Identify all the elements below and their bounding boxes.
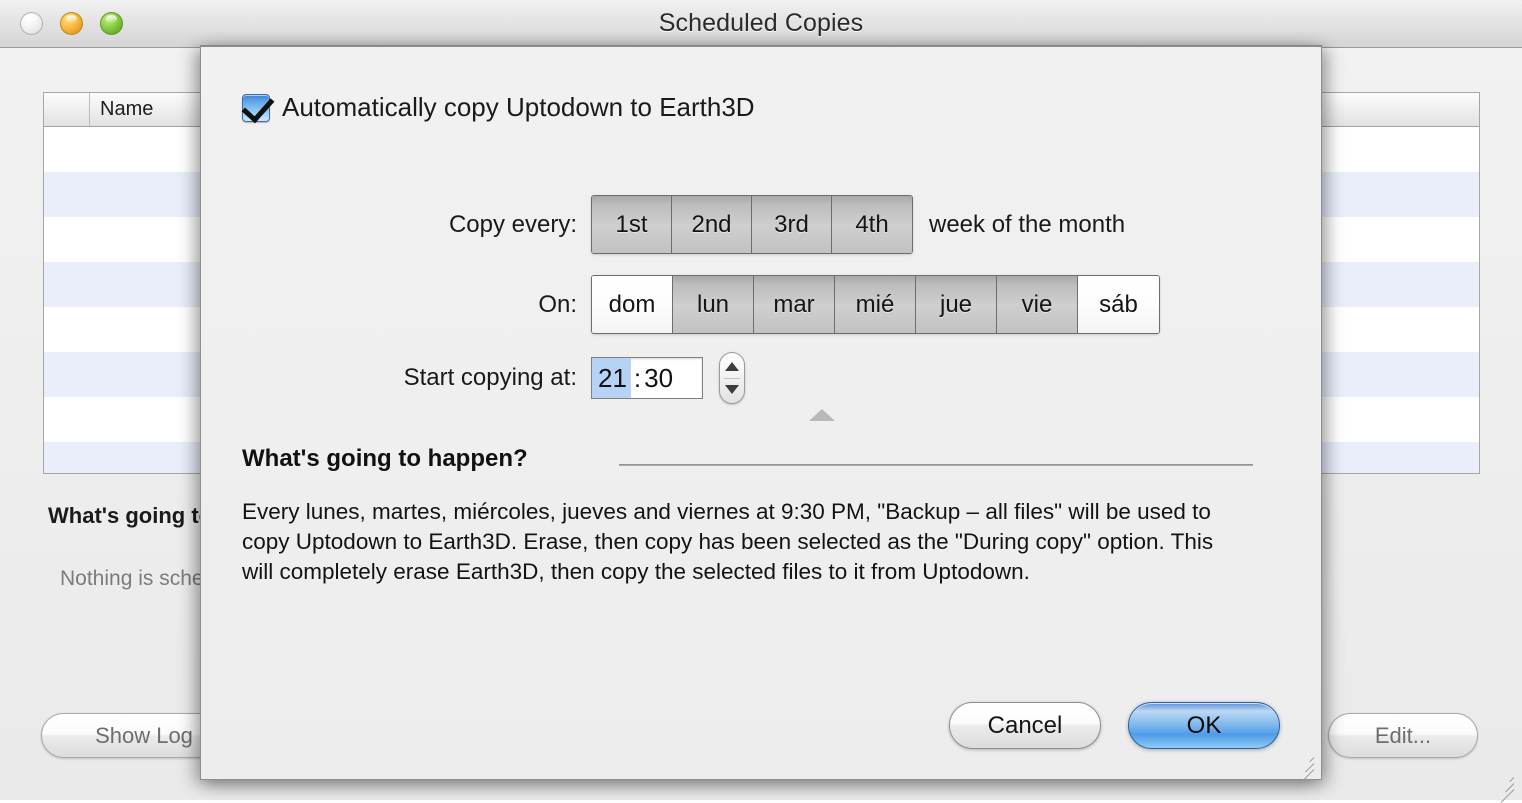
weekday-segment-dom[interactable]: dom [592,276,673,333]
copy-every-label: Copy every: [448,210,577,238]
start-time-minute-field[interactable]: 30 [644,363,679,394]
start-time-hour-field[interactable]: 21 [592,358,631,398]
sheet-resize-grip-icon[interactable] [1294,752,1316,783]
window-title: Scheduled Copies [658,9,864,37]
week-segment-3rd[interactable]: 3rd [752,196,832,253]
window-titlebar[interactable]: Scheduled Copies [0,0,1522,48]
auto-copy-checkbox[interactable] [242,93,270,122]
minimize-window-button[interactable] [60,12,83,35]
sheet-description-text: Every lunes, martes, miércoles, jueves a… [242,499,1214,584]
auto-copy-checkbox-row[interactable]: Automatically copy Uptodown to Earth3D [242,92,755,123]
week-segment-2nd[interactable]: 2nd [672,196,752,253]
stepper-up-arrow-icon[interactable] [725,362,739,371]
chevron-up-icon [809,409,835,421]
week-segment-1st[interactable]: 1st [592,196,672,253]
start-time-label: Start copying at: [403,364,577,391]
weekday-segment-mar[interactable]: mar [754,276,835,333]
weekday-segment-vie[interactable]: vie [997,276,1078,333]
start-time-input[interactable]: 21 : 30 [591,357,703,399]
week-of-month-suffix-label: week of the month [929,210,1126,238]
close-window-button[interactable] [20,12,43,35]
sheet-heading-divider [619,464,1253,466]
copy-every-row: Copy every: 1st 2nd 3rd 4th week of the … [201,195,1323,254]
weekday-segment-mie[interactable]: mié [835,276,916,333]
resize-grip-icon[interactable] [1494,772,1516,803]
scheduled-copy-settings-sheet: Automatically copy Uptodown to Earth3D C… [200,45,1323,783]
on-days-row: On: dom lun mar mié jue vie sáb [201,275,1323,334]
weekday-segment-lun[interactable]: lun [673,276,754,333]
cancel-button[interactable]: Cancel [949,702,1101,749]
weekday-segmented-control[interactable]: dom lun mar mié jue vie sáb [591,275,1160,334]
start-time-separator: : [633,362,642,393]
weekday-segment-sab[interactable]: sáb [1078,276,1159,333]
start-time-row: Start copying at: 21 : 30 [201,352,1323,404]
sheet-whats-heading: What's going to happen? [242,445,528,472]
stepper-divider [724,378,740,379]
ok-button[interactable]: OK [1128,702,1280,749]
edit-button[interactable]: Edit... [1328,713,1478,758]
auto-copy-label: Automatically copy Uptodown to Earth3D [282,92,755,122]
week-segment-4th[interactable]: 4th [832,196,912,253]
week-of-month-segmented-control[interactable]: 1st 2nd 3rd 4th [591,195,913,254]
weekday-segment-jue[interactable]: jue [916,276,997,333]
stepper-down-arrow-icon[interactable] [725,385,739,394]
start-time-stepper[interactable] [719,352,745,404]
table-column-header-gutter[interactable] [44,93,90,126]
on-days-label: On: [538,290,577,318]
zoom-window-button[interactable] [100,12,123,35]
